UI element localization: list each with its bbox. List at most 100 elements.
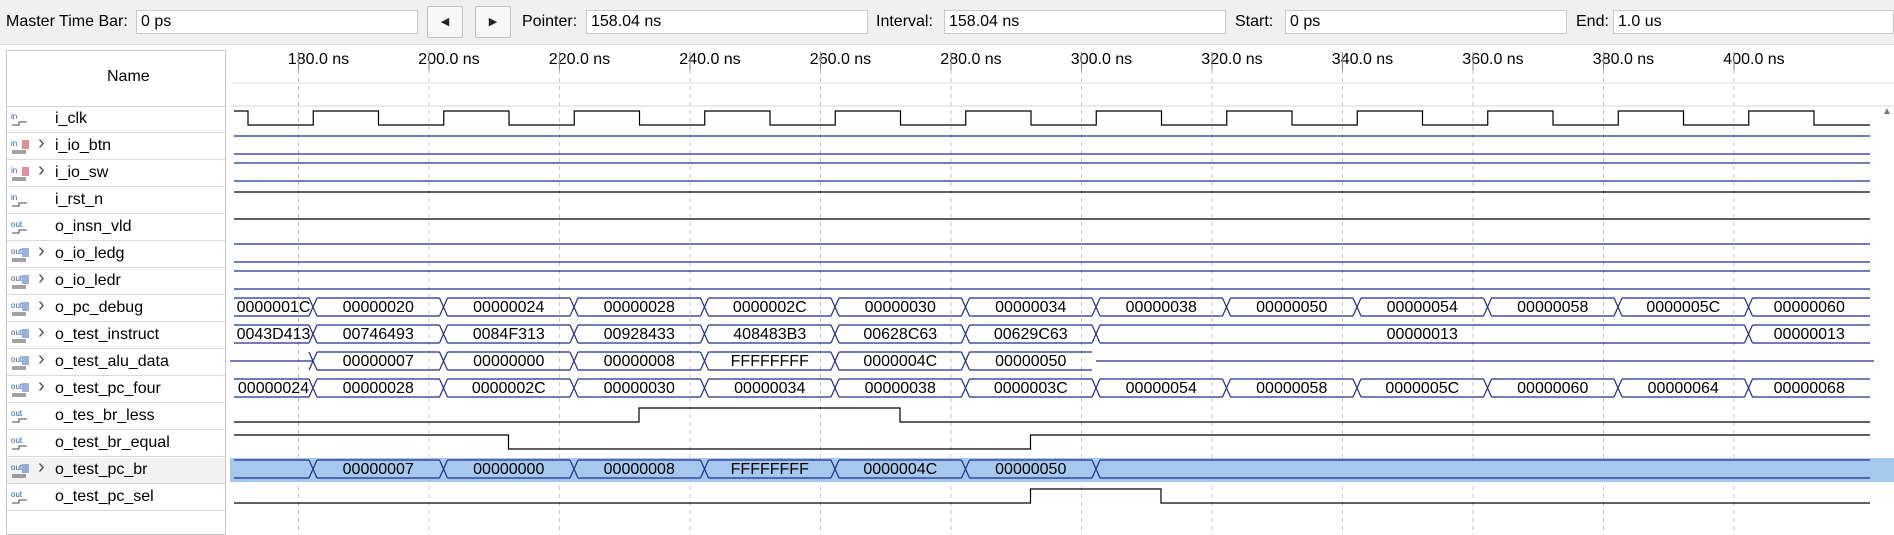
svg-text:in: in xyxy=(11,166,17,175)
output-port-signal-icon: out xyxy=(10,489,31,506)
expand-chevron-icon[interactable]: › xyxy=(38,159,45,182)
signal-row-i-io-sw[interactable]: in › i_io_sw xyxy=(7,159,225,187)
previous-transition-button[interactable]: ◀ xyxy=(427,6,463,38)
time-tick-label: 340.0 ns xyxy=(1332,51,1393,68)
o_test_pc_four-wave-transition xyxy=(308,378,318,398)
signal-row-o-insn-vld[interactable]: out o_insn_vld xyxy=(7,215,225,241)
o_test_pc_br-wave-value: 00000007 xyxy=(343,461,414,478)
o_test_pc_four-wave-value: 0000003C xyxy=(994,380,1068,397)
signal-row-i-clk[interactable]: in i_clk xyxy=(7,107,225,133)
o_test_instruct-wave-value: 00629C63 xyxy=(994,326,1068,343)
o_test_pc_four-wave-transition xyxy=(1091,378,1101,398)
o_test_instruct-wave-value: 00628C63 xyxy=(863,326,937,343)
right-arrow-icon: ▶ xyxy=(488,16,498,28)
output-port-bus-icon: out xyxy=(10,273,31,290)
o_test_alu_data-wave-transition xyxy=(438,351,449,371)
signal-row-o-test-pc-sel[interactable]: out o_test_pc_sel xyxy=(7,485,225,511)
waveform-panel[interactable]: 160.0 ns180.0 ns200.0 ns220.0 ns240.0 ns… xyxy=(230,50,1894,535)
o_pc_debug-wave-transition xyxy=(1482,297,1493,317)
o-test-pc-sel-wave xyxy=(234,488,1870,504)
expand-chevron-icon[interactable]: › xyxy=(38,321,45,344)
signal-row-o-test-br-equal[interactable]: out o_test_br_equal xyxy=(7,431,225,457)
o_pc_debug-wave-transition xyxy=(569,297,579,317)
expand-chevron-icon[interactable]: › xyxy=(38,240,45,263)
o_pc_debug-wave-value: 00000038 xyxy=(1126,299,1197,316)
input-port-bus-icon: in xyxy=(10,165,31,182)
svg-text:out: out xyxy=(11,301,23,310)
signal-name: i_io_btn xyxy=(55,137,112,154)
o_pc_debug-wave-transition xyxy=(1743,297,1754,317)
signal-row-o-test-pc-four[interactable]: out › o_test_pc_four xyxy=(7,375,225,403)
input-port-bus-icon: in xyxy=(10,138,31,155)
expand-chevron-icon[interactable]: › xyxy=(38,456,45,479)
signal-row-o-pc-debug[interactable]: out › o_pc_debug xyxy=(7,294,225,322)
o-tes-br-less-wave xyxy=(234,407,1870,423)
signal-row-o-io-ledr[interactable]: out › o_io_ledr xyxy=(7,267,225,295)
o_pc_debug-wave-value: 00000028 xyxy=(604,299,675,316)
o_test_pc_br-wave-value: 00000000 xyxy=(473,461,544,478)
o_test_pc_br-wave-value: 00000008 xyxy=(604,461,675,478)
o_pc_debug-wave-value: 00000058 xyxy=(1517,299,1588,316)
o-test-br-equal-wave xyxy=(234,434,1870,450)
o_test_instruct-wave-transition xyxy=(830,324,840,344)
signal-row-o-tes-br-less[interactable]: out o_tes_br_less xyxy=(7,404,225,430)
signal-row-o-test-instruct[interactable]: out › o_test_instruct xyxy=(7,321,225,349)
signal-row-i-rst-n[interactable]: in i_rst_n xyxy=(7,188,225,214)
signal-name: o_pc_debug xyxy=(55,299,144,316)
o_test_pc_four-wave-transition xyxy=(569,378,579,398)
output-port-bus-icon: out xyxy=(10,300,31,317)
expand-chevron-icon[interactable]: › xyxy=(38,294,45,317)
pointer-field[interactable]: 158.04 ns xyxy=(586,10,868,34)
names-column-header[interactable]: Name xyxy=(7,51,225,107)
o_test_alu_data-wave-value: FFFFFFFF xyxy=(731,353,809,370)
end-field[interactable]: 1.0 us xyxy=(1613,10,1894,34)
output-port-bus-icon: out xyxy=(10,354,31,371)
signal-row-o-io-ledg[interactable]: out › o_io_ledg xyxy=(7,240,225,268)
o_test_pc_four-wave-value: 00000038 xyxy=(865,380,936,397)
svg-text:out: out xyxy=(11,274,23,283)
svg-text:out: out xyxy=(11,382,23,391)
next-transition-button[interactable]: ▶ xyxy=(475,6,511,38)
interval-field[interactable]: 158.04 ns xyxy=(944,10,1226,34)
interval-label: Interval: xyxy=(876,13,933,30)
o_test_pc_four-wave-transition xyxy=(438,378,449,398)
o_test_pc_four-wave-value: 00000060 xyxy=(1517,380,1588,397)
time-tick-label: 320.0 ns xyxy=(1201,51,1262,68)
o_test_alu_data-wave-transition xyxy=(569,351,579,371)
signal-row-o-test-pc-br[interactable]: out › o_test_pc_br xyxy=(7,456,225,484)
svg-text:out: out xyxy=(11,328,23,337)
o_test_pc_four-wave-value: 0000005C xyxy=(1385,380,1459,397)
master-time-bar-field[interactable]: 0 ps xyxy=(136,10,418,34)
waveform-canvas[interactable]: 160.0 ns180.0 ns200.0 ns220.0 ns240.0 ns… xyxy=(230,50,1894,535)
time-tick-label: 380.0 ns xyxy=(1593,51,1654,68)
signal-name: o_test_instruct xyxy=(55,326,160,343)
o_test_pc_four-wave-value: 00000024 xyxy=(238,380,309,397)
signal-names-panel: Name in i_clk in › i_io_btn in › i_io_sw in i_rst… xyxy=(6,50,226,535)
signal-name: o_test_pc_four xyxy=(55,380,161,397)
o_test_alu_data-wave-transition xyxy=(699,351,710,371)
expand-chevron-icon[interactable]: › xyxy=(38,132,45,155)
o_test_instruct-wave-value: 0043D413 xyxy=(237,326,311,343)
signal-name: i_clk xyxy=(55,110,88,127)
time-tick-label: 300.0 ns xyxy=(1071,51,1132,68)
signal-row-o-test-alu-data[interactable]: out › o_test_alu_data xyxy=(7,348,225,376)
svg-text:out: out xyxy=(11,220,23,229)
o_pc_debug-wave-transition xyxy=(830,297,840,317)
signal-row-i-io-btn[interactable]: in › i_io_btn xyxy=(7,132,225,160)
o_test_instruct-wave-value: 0084F313 xyxy=(473,326,545,343)
input-port-signal-icon: in xyxy=(10,192,31,209)
toolbar: Master Time Bar: 0 ps ◀ ▶ Pointer: 158.0… xyxy=(0,0,1894,45)
start-field[interactable]: 0 ps xyxy=(1285,10,1567,34)
o_test_alu_data-wave-value: 00000000 xyxy=(473,353,544,370)
master-time-bar-label: Master Time Bar: xyxy=(6,13,128,30)
time-tick-label: 220.0 ns xyxy=(549,51,610,68)
o_test_pc_four-wave-value: 00000054 xyxy=(1126,380,1197,397)
o_test_pc_br-wave-value: 00000050 xyxy=(995,461,1066,478)
o_pc_debug-wave-transition xyxy=(699,297,710,317)
scroll-up-icon[interactable]: ▲ xyxy=(1880,106,1894,120)
expand-chevron-icon[interactable]: › xyxy=(38,267,45,290)
o_pc_debug-wave-value: 0000005C xyxy=(1646,299,1720,316)
expand-chevron-icon[interactable]: › xyxy=(38,375,45,398)
expand-chevron-icon[interactable]: › xyxy=(38,348,45,371)
o_test_instruct-wave-value: 00000013 xyxy=(1774,326,1845,343)
